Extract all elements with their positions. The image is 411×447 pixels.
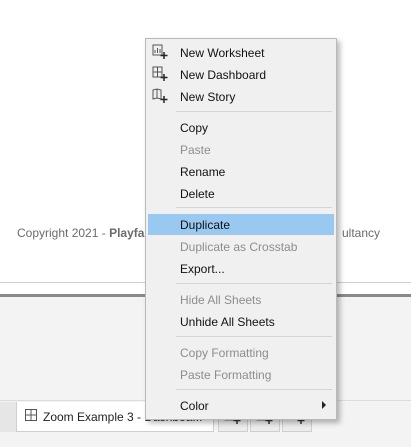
copyright-bold: Playfa: [109, 226, 145, 240]
menu-item-new-worksheet[interactable]: New Worksheet: [148, 42, 334, 63]
menu-item-hide-all-sheets[interactable]: Hide All Sheets: [148, 289, 334, 310]
submenu-arrow-icon: [322, 401, 326, 409]
dashboard-icon: [25, 409, 37, 424]
menu-item-duplicate-as-crosstab[interactable]: Duplicate as Crosstab: [148, 236, 334, 257]
new-dashboard-icon: [152, 66, 168, 82]
menu-item-color[interactable]: Color: [148, 395, 334, 416]
menu-separator: [176, 389, 332, 390]
new-worksheet-icon: [152, 44, 168, 60]
copyright-text: Copyright 2021 - Playfa ultancy: [17, 226, 380, 240]
menu-item-duplicate[interactable]: Duplicate: [148, 214, 334, 235]
menu-item-rename[interactable]: Rename: [148, 161, 334, 182]
menu-item-delete[interactable]: Delete: [148, 183, 334, 204]
menu-label: New Story: [180, 89, 236, 104]
tab-scroll-left[interactable]: [0, 402, 17, 432]
menu-item-paste[interactable]: Paste: [148, 139, 334, 160]
menu-item-unhide-all-sheets[interactable]: Unhide All Sheets: [148, 311, 334, 332]
new-story-icon: [152, 88, 168, 104]
menu-label: Duplicate: [180, 217, 231, 232]
menu-item-new-dashboard[interactable]: New Dashboard: [148, 64, 334, 85]
menu-separator: [176, 111, 332, 112]
menu-item-export[interactable]: Export...: [148, 258, 334, 279]
menu-label: Color: [180, 398, 209, 413]
menu-separator: [176, 283, 332, 284]
menu-label: Unhide All Sheets: [180, 314, 275, 329]
menu-label: Paste: [180, 142, 211, 157]
menu-item-copy-formatting[interactable]: Copy Formatting: [148, 342, 334, 363]
menu-label: Duplicate as Crosstab: [180, 239, 298, 254]
menu-separator: [176, 336, 332, 337]
menu-separator: [176, 207, 332, 208]
menu-label: Rename: [180, 164, 226, 179]
menu-label: New Dashboard: [180, 67, 267, 82]
menu-label: Copy: [180, 120, 209, 135]
menu-label: Copy Formatting: [180, 345, 269, 360]
menu-item-copy[interactable]: Copy: [148, 117, 334, 138]
menu-label: Hide All Sheets: [180, 292, 262, 307]
copyright-prefix: Copyright 2021 -: [17, 226, 110, 240]
menu-label: Paste Formatting: [180, 367, 272, 382]
copyright-tail: ultancy: [342, 226, 381, 240]
menu-label: New Worksheet: [180, 45, 265, 60]
menu-label: Delete: [180, 186, 215, 201]
menu-label: Export...: [180, 261, 225, 276]
context-menu: New Worksheet New Dashboard New Story Co…: [145, 38, 337, 420]
menu-item-new-story[interactable]: New Story: [148, 86, 334, 107]
menu-item-paste-formatting[interactable]: Paste Formatting: [148, 364, 334, 385]
